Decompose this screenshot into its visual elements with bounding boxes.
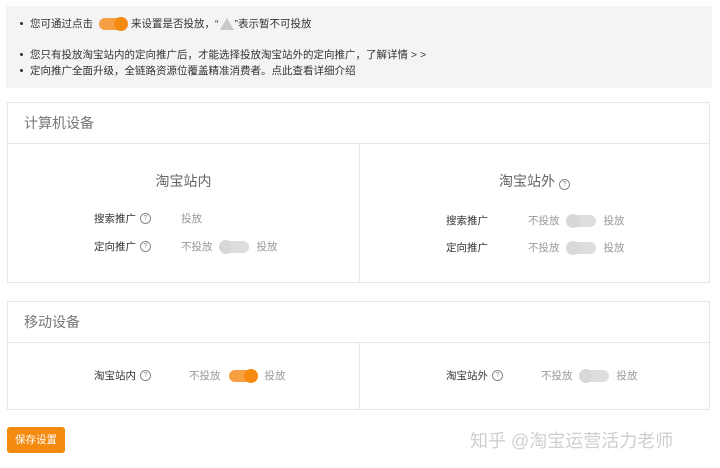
help-icon[interactable]: ?: [492, 370, 503, 381]
bullet: [20, 69, 23, 72]
notice-line-2[interactable]: 您只有投放淘宝站内的定向推广后，才能选择投放淘宝站外的定向推广，了解详情 > >: [20, 47, 426, 62]
row-label: 淘宝站外: [446, 370, 488, 382]
row-label: 搜索推广: [94, 213, 136, 225]
help-icon[interactable]: ?: [140, 370, 151, 381]
on-label: 投放: [264, 370, 286, 382]
notice-line-3[interactable]: 定向推广全面升级，全链路资源位覆盖精准消费者。点此查看详细介绍: [20, 63, 356, 78]
computer-inside-directed-row: 定向推广 ? 不投放 投放: [94, 239, 278, 254]
computer-inside-directed-toggle[interactable]: [218, 239, 249, 254]
toggle-demo: [99, 16, 128, 31]
mobile-inside-column: 淘宝站内 ? 不投放 投放: [8, 342, 360, 409]
off-label: 不投放: [528, 242, 560, 254]
row-label: 定向推广: [446, 242, 488, 254]
off-label: 不投放: [528, 215, 560, 227]
save-settings-button[interactable]: 保存设置: [7, 427, 65, 453]
off-label: 不投放: [541, 370, 573, 382]
section-title: 移动设备: [8, 302, 709, 343]
column-title: 淘宝站外?: [360, 171, 709, 191]
computer-inside-column: 淘宝站内 搜索推广 ? 投放 定向推广 ? 不投放 投放: [8, 143, 360, 282]
help-icon[interactable]: ?: [140, 213, 151, 224]
notice-panel: 您可通过点击 来设置是否投放，“ ”表示暂不可投放 您只有投放淘宝站内的定向推广…: [6, 6, 712, 88]
on-label: 投放: [603, 215, 625, 227]
row-label: 搜索推广: [446, 215, 488, 227]
column-title: 淘宝站内: [155, 173, 212, 189]
on-label: 投放: [256, 241, 278, 253]
on-label: 投放: [603, 242, 625, 254]
computer-outside-column: 淘宝站外? 搜索推广 不投放 投放 定向推广 不投放 投放: [360, 143, 709, 282]
bullet: [20, 53, 23, 56]
warning-triangle-icon: [219, 17, 234, 30]
learn-more-link[interactable]: 您只有投放淘宝站内的定向推广后，才能选择投放淘宝站外的定向推广，了解详情 > >: [30, 47, 426, 62]
bullet: [20, 22, 23, 25]
details-link[interactable]: 定向推广全面升级，全链路资源位覆盖精准消费者。点此查看详细介绍: [30, 63, 356, 78]
column-title-text: 淘宝站外: [499, 173, 555, 189]
off-label: 不投放: [181, 241, 213, 253]
on-label: 投放: [616, 370, 638, 382]
row-label: 淘宝站内: [94, 370, 136, 382]
help-icon[interactable]: ?: [140, 241, 151, 252]
mobile-outside-toggle[interactable]: [578, 368, 609, 383]
mobile-inside-row: 淘宝站内 ? 不投放 投放: [94, 368, 286, 383]
computer-device-section: 计算机设备 淘宝站内 搜索推广 ? 投放 定向推广 ? 不投放 投放 淘宝站外?…: [7, 102, 710, 283]
computer-inside-search-row: 搜索推广 ? 投放: [94, 211, 202, 226]
watermark: 知乎 @淘宝运营活力老师: [470, 431, 674, 451]
computer-outside-directed-row: 定向推广 不投放 投放: [446, 240, 625, 255]
row-label: 定向推广: [94, 241, 136, 253]
notice-line-1: 您可通过点击 来设置是否投放，“ ”表示暂不可投放: [20, 16, 312, 31]
help-icon[interactable]: ?: [559, 179, 570, 190]
mobile-outside-row: 淘宝站外 ? 不投放 投放: [446, 368, 638, 383]
computer-outside-search-toggle[interactable]: [565, 213, 596, 228]
mobile-device-section: 移动设备 淘宝站内 ? 不投放 投放 淘宝站外 ? 不投放 投放: [7, 301, 710, 410]
mobile-inside-toggle[interactable]: [228, 368, 258, 383]
off-label: 不投放: [189, 370, 221, 382]
notice-text: ”表示暂不可投放: [234, 18, 312, 30]
notice-text: 来设置是否投放，“: [131, 18, 219, 30]
computer-outside-directed-toggle[interactable]: [565, 240, 596, 255]
computer-outside-search-row: 搜索推广 不投放 投放: [446, 213, 625, 228]
mobile-outside-column: 淘宝站外 ? 不投放 投放: [360, 342, 709, 409]
notice-text: 您可通过点击: [30, 18, 93, 30]
section-title: 计算机设备: [8, 103, 709, 144]
search-value: 投放: [181, 213, 202, 225]
